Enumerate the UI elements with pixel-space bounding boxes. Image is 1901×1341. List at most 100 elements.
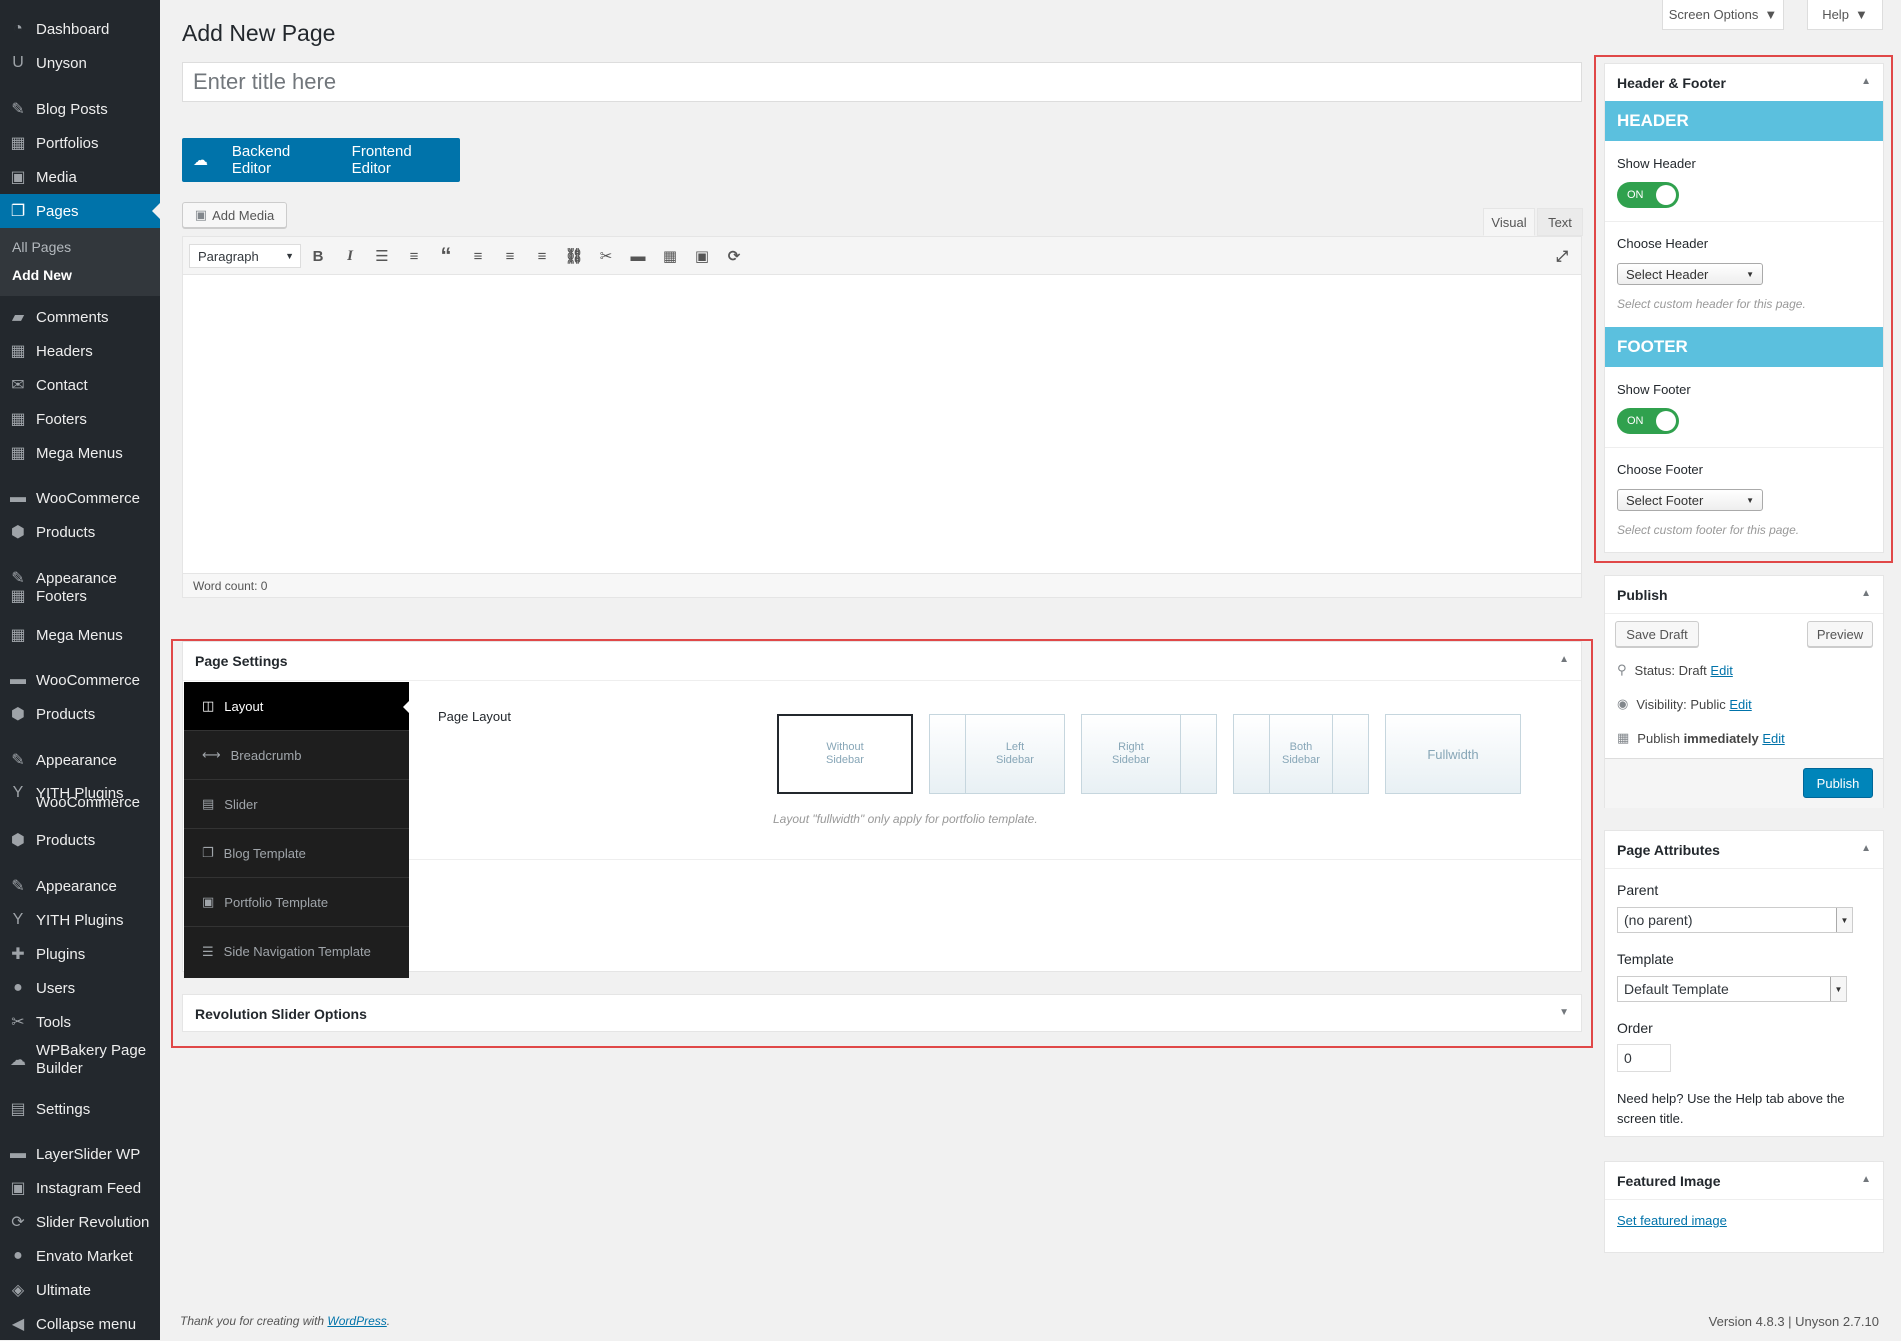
sidebar-item-layerslider-wp[interactable]: ▬ LayerSlider WP xyxy=(0,1137,160,1171)
post-title-input[interactable] xyxy=(182,62,1582,102)
backend-editor-button[interactable]: Backend Editor xyxy=(219,143,339,177)
sidebar-item-contact[interactable]: ✉ Contact xyxy=(0,368,160,402)
sidebar-item-products[interactable]: ⬢ Products xyxy=(0,697,160,731)
edit-status-link[interactable]: Edit xyxy=(1710,663,1732,678)
pages-submenu: All Pages Add New xyxy=(0,228,160,296)
help-button[interactable]: Help ▼ xyxy=(1807,0,1883,30)
preview-button[interactable]: Preview xyxy=(1807,621,1873,647)
sidebar-item-footers[interactable]: ▦ Footers xyxy=(0,584,160,608)
screen-options-button[interactable]: Screen Options ▼ xyxy=(1662,0,1784,30)
divider xyxy=(1605,868,1883,869)
sidebar-item-wpbakery-page[interactable]: ☁ WPBakery Page Builder xyxy=(0,1039,160,1081)
eye-icon: ◉ xyxy=(1617,696,1629,711)
italic-icon[interactable]: I xyxy=(339,245,361,267)
select-value: Default Template xyxy=(1624,981,1729,997)
products-icon: ⬢ xyxy=(11,706,25,723)
sidebar-item-footers[interactable]: ▦ Footers xyxy=(0,402,160,436)
read-more-icon[interactable]: ▬ xyxy=(627,245,649,267)
sidebar-item-instagram-feed[interactable]: ▣ Instagram Feed xyxy=(0,1171,160,1205)
sidebar-item-headers[interactable]: ▦ Headers xyxy=(0,334,160,368)
word-count: Word count: 0 xyxy=(183,573,1581,597)
instagram-icon: ▣ xyxy=(10,1180,26,1197)
plugins-icon: ✚ xyxy=(11,946,25,963)
add-media-label: Add Media xyxy=(212,207,275,223)
sidebar-item-label: YITH Plugins xyxy=(36,911,124,929)
sidebar-item-slider-revolution[interactable]: ⟳ Slider Revolution xyxy=(0,1205,160,1239)
sidebar-item-media[interactable]: ▣ Media xyxy=(0,160,160,194)
format-select[interactable]: Paragraph ▼ xyxy=(189,244,301,268)
sidebar-item-settings[interactable]: ▤ Settings xyxy=(0,1092,160,1126)
help-text-line: screen title. xyxy=(1617,1111,1684,1126)
sidebar-item-label: Mega Menus xyxy=(36,626,123,644)
edit-visibility-link[interactable]: Edit xyxy=(1729,697,1751,712)
sidebar-item-appearance[interactable]: ✎ Appearance xyxy=(0,743,160,777)
sidebar-item-label: Portfolios xyxy=(36,134,99,152)
sidebar-item-ultimate[interactable]: ◈ Ultimate xyxy=(0,1273,160,1307)
sidebar-item-mega-menus[interactable]: ▦ Mega Menus xyxy=(0,618,160,652)
unyson-icon: U xyxy=(12,54,24,71)
unlink-icon[interactable]: ✂ xyxy=(595,245,617,267)
bold-icon[interactable]: B xyxy=(307,245,329,267)
align-left-icon[interactable]: ≡ xyxy=(467,245,489,267)
sidebar-item-woocommerce[interactable]: ▬ WooCommerce xyxy=(0,481,160,515)
version-info: Version 4.8.3 | Unyson 2.7.10 xyxy=(1708,1314,1879,1329)
sidebar-item-woocommerce[interactable]: WooCommerce xyxy=(0,790,160,814)
image-icon[interactable]: ▣ xyxy=(691,245,713,267)
sidebar-item-pages[interactable]: ❐ Pages xyxy=(0,194,160,228)
sidebar-item-products[interactable]: ⬢ Products xyxy=(0,823,160,857)
admin-sidebar: All Pages Add New ◔ Dashboard U Unyson ✎ Blog… xyxy=(0,0,160,1340)
set-featured-image-link[interactable]: Set featured image xyxy=(1617,1213,1727,1228)
sidebar-item-tools[interactable]: ✂ Tools xyxy=(0,1005,160,1039)
sidebar-item-blog-posts[interactable]: ✎ Blog Posts xyxy=(0,92,160,126)
page-attributes-title: Page Attributes xyxy=(1617,842,1720,858)
woocommerce-icon: ▬ xyxy=(10,671,26,688)
edit-schedule-link[interactable]: Edit xyxy=(1762,731,1784,746)
submenu-add-new[interactable]: Add New xyxy=(12,267,72,283)
divider xyxy=(1605,1199,1883,1200)
save-draft-button[interactable]: Save Draft xyxy=(1615,621,1699,647)
sidebar-item-collapse-menu[interactable]: ◀ Collapse menu xyxy=(0,1307,160,1341)
publish-button[interactable]: Publish xyxy=(1803,768,1873,798)
sidebar-item-appearance[interactable]: ✎ Appearance xyxy=(0,869,160,903)
sidebar-item-users[interactable]: ● Users xyxy=(0,971,160,1005)
tab-visual[interactable]: Visual xyxy=(1483,208,1535,236)
sidebar-item-plugins[interactable]: ✚ Plugins xyxy=(0,937,160,971)
pages-icon: ❐ xyxy=(10,203,26,220)
content-editor[interactable]: Paragraph ▼ B I ☰ ≡ “ ≡ ≡ ≡ ⛓ ✂ ▬ ▦ ▣ ⟳ … xyxy=(182,236,1582,598)
sidebar-item-products[interactable]: ⬢ Products xyxy=(0,515,160,549)
fullscreen-icon[interactable]: ⤢ xyxy=(1551,245,1573,267)
align-center-icon[interactable]: ≡ xyxy=(499,245,521,267)
add-media-button[interactable]: ▣ Add Media xyxy=(182,202,287,228)
tab-text[interactable]: Text xyxy=(1537,208,1583,236)
wpbakery-cloud-icon: ☁ xyxy=(192,152,208,169)
sidebar-item-woocommerce[interactable]: ▬ WooCommerce xyxy=(0,663,160,697)
parent-select[interactable]: (no parent) ▼ xyxy=(1617,907,1853,933)
sidebar-item-label: Footers xyxy=(36,410,87,428)
bullet-list-icon[interactable]: ☰ xyxy=(371,245,393,267)
wpbakery-icon: ☁ xyxy=(10,1052,26,1069)
products-icon: ⬢ xyxy=(11,524,25,541)
sidebar-item-comments[interactable]: ▰ Comments xyxy=(0,300,160,334)
sidebar-item-mega-menus[interactable]: ▦ Mega Menus xyxy=(0,436,160,470)
toolbar-toggle-icon[interactable]: ▦ xyxy=(659,245,681,267)
template-select[interactable]: Default Template ▼ xyxy=(1617,976,1847,1002)
sidebar-item-portfolios[interactable]: ▦ Portfolios xyxy=(0,126,160,160)
publish-value: immediately xyxy=(1683,730,1759,746)
refresh-icon[interactable]: ⟳ xyxy=(723,245,745,267)
sidebar-item-dashboard[interactable]: ◔ Dashboard xyxy=(0,12,160,46)
sidebar-item-envato-market[interactable]: ● Envato Market xyxy=(0,1239,160,1273)
sidebar-item-unyson[interactable]: U Unyson xyxy=(0,46,160,80)
wordpress-link[interactable]: WordPress xyxy=(327,1314,386,1328)
blockquote-icon[interactable]: “ xyxy=(435,243,457,268)
link-icon[interactable]: ⛓ xyxy=(563,245,585,267)
sidebar-item-label: Instagram Feed xyxy=(36,1179,142,1197)
collapse-arrow-icon[interactable]: ▲ xyxy=(1861,1174,1871,1185)
collapse-arrow-icon[interactable]: ▲ xyxy=(1861,843,1871,854)
collapse-arrow-icon[interactable]: ▲ xyxy=(1861,588,1871,599)
align-right-icon[interactable]: ≡ xyxy=(531,245,553,267)
order-input[interactable] xyxy=(1617,1044,1671,1072)
frontend-editor-button[interactable]: Frontend Editor xyxy=(339,143,460,177)
sidebar-item-yith-plugins[interactable]: Y YITH Plugins xyxy=(0,903,160,937)
numbered-list-icon[interactable]: ≡ xyxy=(403,245,425,267)
submenu-all-pages[interactable]: All Pages xyxy=(12,239,71,255)
